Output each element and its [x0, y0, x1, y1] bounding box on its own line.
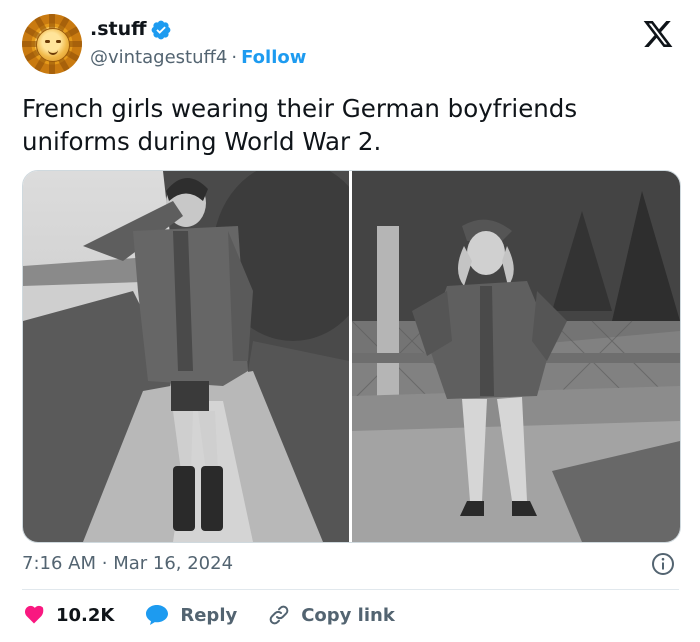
tweet-text: French girls wearing their German boyfri… — [22, 94, 578, 156]
timestamp[interactable]: 7:16 AM · Mar 16, 2024 — [22, 553, 233, 574]
tweet-time: 7:16 AM — [22, 553, 96, 574]
separator-dot: · — [101, 553, 108, 574]
handle-row: @vintagestuff4 · Follow — [90, 47, 306, 68]
reply-button[interactable]: Reply — [144, 603, 237, 627]
photo-left-image — [23, 171, 349, 542]
verified-badge-icon — [151, 20, 171, 40]
heart-icon — [25, 605, 44, 624]
reply-bubble-icon — [146, 605, 169, 625]
copy-link-label: Copy link — [301, 604, 395, 626]
like-count: 10.2K — [56, 604, 115, 626]
action-bar: 10.2K Reply Copy link — [22, 600, 425, 630]
divider — [22, 589, 679, 590]
reply-label: Reply — [180, 604, 238, 626]
like-button[interactable]: 10.2K — [22, 603, 114, 627]
follow-button[interactable]: Follow — [241, 47, 306, 68]
photo-right[interactable] — [352, 171, 680, 542]
x-logo-icon[interactable] — [641, 18, 675, 50]
photo-left[interactable] — [23, 171, 349, 542]
avatar[interactable] — [22, 14, 82, 74]
info-icon[interactable] — [651, 552, 675, 576]
separator-dot: · — [231, 47, 238, 68]
avatar-sun-face — [36, 28, 70, 62]
copy-link-button[interactable]: Copy link — [267, 603, 395, 627]
handle[interactable]: @vintagestuff4 — [90, 47, 227, 68]
media-grid[interactable] — [22, 170, 681, 543]
link-icon — [269, 605, 289, 625]
display-name[interactable]: .stuff — [90, 18, 147, 40]
tweet-date: Mar 16, 2024 — [113, 553, 234, 574]
photo-right-image — [352, 171, 680, 542]
